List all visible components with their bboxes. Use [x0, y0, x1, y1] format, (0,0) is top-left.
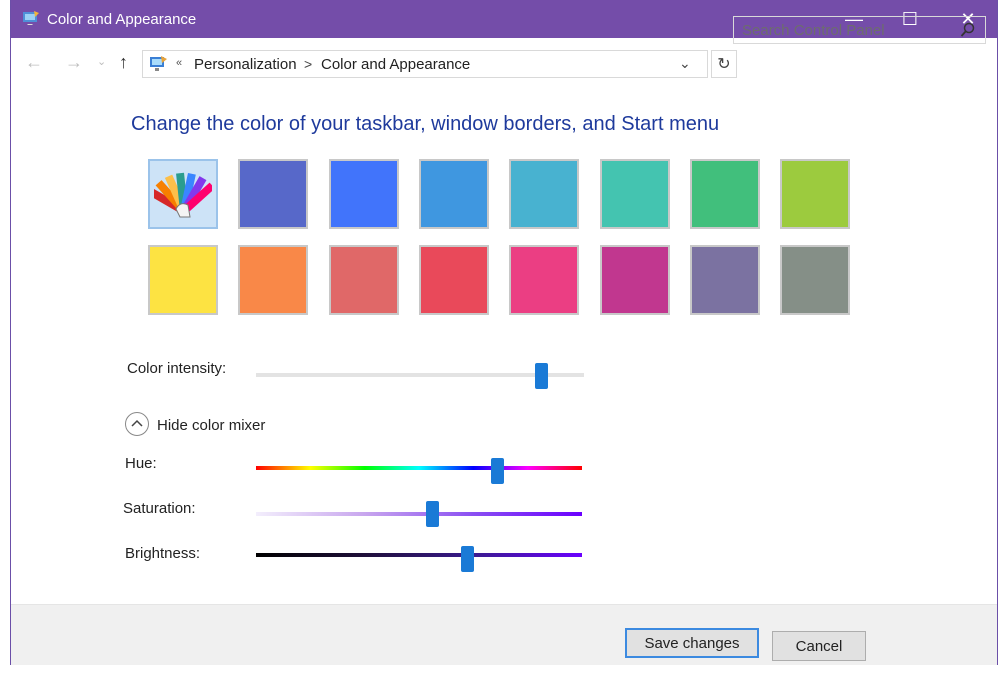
breadcrumb-separator-icon[interactable]: > [304, 56, 312, 72]
color-swatch[interactable] [329, 245, 399, 315]
color-swatch[interactable] [600, 245, 670, 315]
address-dropdown-icon[interactable]: ⌄ [679, 55, 691, 72]
search-placeholder: Search Control Panel [742, 22, 885, 39]
refresh-icon[interactable]: ↻ [711, 50, 737, 78]
automatic-color-swatch[interactable] [148, 159, 218, 229]
brightness-label: Brightness: [125, 545, 201, 562]
hue-label: Hue: [125, 455, 157, 472]
back-arrow-icon[interactable]: ← [25, 52, 43, 73]
footer-bar: Save changes Cancel [11, 604, 997, 665]
breadcrumb-personalization[interactable]: Personalization [194, 56, 297, 73]
breadcrumb-color-and-appearance[interactable]: Color and Appearance [321, 56, 470, 73]
saturation-track[interactable] [256, 512, 582, 516]
color-palette-icon [154, 172, 212, 218]
color-swatch[interactable] [238, 245, 308, 315]
control-panel-icon [23, 11, 39, 25]
color-swatch[interactable] [600, 159, 670, 229]
window-title: Color and Appearance [47, 11, 197, 28]
color-swatch[interactable] [690, 245, 760, 315]
color-swatch[interactable] [509, 245, 579, 315]
color-intensity-slider[interactable] [534, 363, 548, 389]
recent-locations-dropdown-icon[interactable]: ⌄ [97, 55, 106, 68]
search-input[interactable]: Search Control Panel [733, 16, 986, 44]
brightness-track[interactable] [256, 553, 582, 557]
navigation-bar: ← → ⌄ ↑ « Personalization > Color and Ap… [11, 44, 997, 84]
hide-color-mixer-button[interactable] [125, 412, 149, 436]
color-swatch[interactable] [419, 245, 489, 315]
control-panel-location-icon [150, 56, 167, 71]
color-swatch[interactable] [780, 159, 850, 229]
color-swatch[interactable] [148, 245, 218, 315]
hue-track[interactable] [256, 466, 582, 470]
color-swatch[interactable] [690, 159, 760, 229]
control-panel-window: Color and Appearance — ☐ ✕ ← → ⌄ ↑ « Per… [10, 0, 998, 665]
saturation-label: Saturation: [123, 500, 196, 517]
color-swatch[interactable] [419, 159, 489, 229]
address-bar[interactable]: « Personalization > Color and Appearance… [142, 50, 708, 78]
cancel-button[interactable]: Cancel [772, 631, 866, 661]
brightness-slider[interactable] [461, 546, 475, 572]
hide-color-mixer-label[interactable]: Hide color mixer [157, 417, 265, 434]
color-intensity-label: Color intensity: [127, 360, 227, 377]
save-changes-button[interactable]: Save changes [625, 628, 759, 658]
overflow-breadcrumb-icon[interactable]: « [176, 57, 182, 69]
color-swatch[interactable] [329, 159, 399, 229]
forward-arrow-icon[interactable]: → [65, 52, 83, 73]
chevron-up-icon [131, 419, 143, 427]
hue-slider[interactable] [490, 458, 504, 484]
search-icon[interactable] [960, 22, 976, 38]
saturation-slider[interactable] [425, 501, 439, 527]
color-swatch[interactable] [238, 159, 308, 229]
page-heading: Change the color of your taskbar, window… [131, 113, 720, 135]
color-swatch[interactable] [780, 245, 850, 315]
color-swatch[interactable] [509, 159, 579, 229]
up-arrow-icon[interactable]: ↑ [119, 52, 128, 73]
